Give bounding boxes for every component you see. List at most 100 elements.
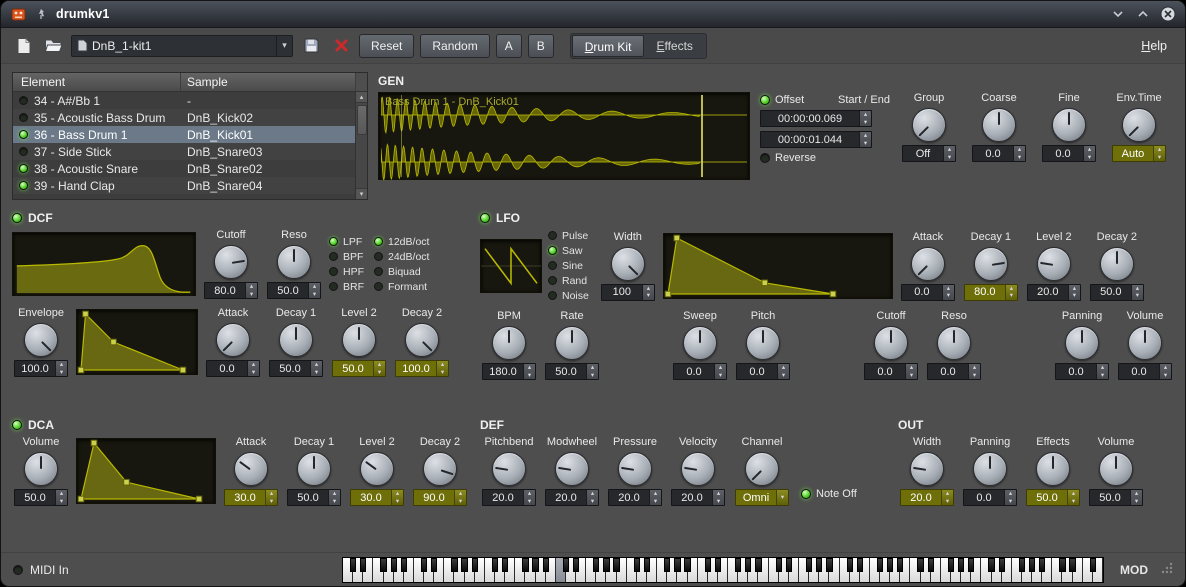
gen-waveform-display[interactable]: Bass Drum 1 - DnB_Kick01 <box>378 92 750 180</box>
spin-reso[interactable]: 0.0▴▾ <box>927 363 981 380</box>
piano-key-black[interactable] <box>613 558 619 572</box>
piano-key-black[interactable] <box>887 558 893 572</box>
spin-velocity[interactable]: 20.0▴▾ <box>671 489 725 506</box>
spin-decay-1[interactable]: 80.0▴▾ <box>964 284 1018 301</box>
dca-led[interactable] <box>12 420 22 430</box>
spin-arrows-icon[interactable]: ▴▾ <box>55 490 67 505</box>
spin-arrows-icon[interactable]: ▴▾ <box>1005 285 1017 300</box>
spin-attack[interactable]: 0.0▴▾ <box>206 360 260 377</box>
piano-key-black[interactable] <box>776 558 782 572</box>
piano-key-black[interactable] <box>988 558 994 572</box>
piano-key-black[interactable] <box>958 558 964 572</box>
spin-coarse[interactable]: 0.0▴▾ <box>972 145 1026 162</box>
delete-preset-button[interactable] <box>329 34 353 58</box>
dcf-led[interactable] <box>12 213 22 223</box>
knob-attack-dial[interactable] <box>911 247 945 281</box>
piano-key-black[interactable] <box>948 558 954 572</box>
spin-pitchbend[interactable]: 20.0▴▾ <box>482 489 536 506</box>
tab-effects[interactable]: Effects <box>644 35 704 57</box>
spin-decay-2[interactable]: 90.0▴▾ <box>413 489 467 506</box>
spin-arrows-icon[interactable]: ▴▾ <box>308 283 320 298</box>
offset-end-marker[interactable] <box>701 95 703 177</box>
radio-noise[interactable]: Noise <box>548 289 589 302</box>
spin-sweep[interactable]: 0.0▴▾ <box>673 363 727 380</box>
spin-arrows-icon[interactable]: ▴▾ <box>454 490 466 505</box>
open-preset-button[interactable] <box>41 34 65 58</box>
knob-fine-dial[interactable] <box>1052 108 1086 142</box>
spin-volume[interactable]: 50.0▴▾ <box>14 489 68 506</box>
spin-arrows-icon[interactable]: ▴▾ <box>1159 364 1171 379</box>
piano-key-black[interactable] <box>502 558 508 572</box>
knob-sweep-dial[interactable] <box>683 326 717 360</box>
radio-lpf[interactable]: LPF <box>329 235 364 248</box>
knob-attack-dial[interactable] <box>234 452 268 486</box>
spin-level-2[interactable]: 20.0▴▾ <box>1027 284 1081 301</box>
compare-a-button[interactable]: A <box>496 34 522 58</box>
spin-cutoff[interactable]: 0.0▴▾ <box>864 363 918 380</box>
piano-key-black[interactable] <box>897 558 903 572</box>
piano-key-black[interactable] <box>857 558 863 572</box>
piano-key-black[interactable] <box>684 558 690 572</box>
spin-envelope[interactable]: 100.0▴▾ <box>14 360 68 377</box>
spin-arrows-icon[interactable]: ▴▾ <box>1083 146 1095 161</box>
element-scrollbar[interactable] <box>355 92 367 199</box>
piano-key-black[interactable] <box>401 558 407 572</box>
knob-env-time-dial[interactable] <box>1122 108 1156 142</box>
knob-rate-dial[interactable] <box>555 326 589 360</box>
noteoff-toggle[interactable]: Note Off <box>801 488 857 500</box>
piano-key-black[interactable] <box>917 558 923 572</box>
spin-arrows-icon[interactable]: ▴▾ <box>1096 364 1108 379</box>
spin-effects[interactable]: 50.0▴▾ <box>1026 489 1080 506</box>
knob-envelope-dial[interactable] <box>24 323 58 357</box>
piano-key-black[interactable] <box>705 558 711 572</box>
random-button[interactable]: Random <box>420 34 489 58</box>
piano-key-black[interactable] <box>492 558 498 572</box>
dcf-envelope-display[interactable] <box>76 309 198 375</box>
spin-arrows[interactable]: ▴▾ <box>859 111 871 126</box>
piano-key-black[interactable] <box>806 558 812 572</box>
piano-key-black[interactable] <box>532 558 538 572</box>
knob-pressure-dial[interactable] <box>618 452 652 486</box>
radio-formant[interactable]: Formant <box>374 280 429 293</box>
spin-arrows-icon[interactable]: ▴▾ <box>712 490 724 505</box>
spin-decay-1[interactable]: 50.0▴▾ <box>269 360 323 377</box>
spin-reso[interactable]: 50.0▴▾ <box>267 282 321 299</box>
piano-key-black[interactable] <box>674 558 680 572</box>
piano-key-black[interactable] <box>522 558 528 572</box>
element-table-header[interactable]: Element Sample <box>13 73 367 92</box>
knob-decay-1-dial[interactable] <box>974 247 1008 281</box>
close-button[interactable] <box>1160 6 1176 22</box>
spin-level-2[interactable]: 50.0▴▾ <box>332 360 386 377</box>
spin-arrows-icon[interactable]: ▴▾ <box>247 361 259 376</box>
knob-panning-dial[interactable] <box>1065 326 1099 360</box>
spin-arrows-icon[interactable]: ▴▾ <box>586 490 598 505</box>
piano-key-black[interactable] <box>603 558 609 572</box>
spin-arrows-icon[interactable]: ▴▾ <box>1067 490 1079 505</box>
radio-24db-oct[interactable]: 24dB/oct <box>374 250 429 263</box>
preset-dropdown-arrow[interactable] <box>276 36 292 56</box>
spin-panning[interactable]: 0.0▴▾ <box>963 489 1017 506</box>
table-row[interactable]: 38 - Acoustic SnareDnB_Snare02 <box>13 160 355 177</box>
knob-coarse-dial[interactable] <box>982 108 1016 142</box>
spin-arrows-icon[interactable]: ▴▾ <box>245 283 257 298</box>
spin-env-time[interactable]: Auto▴▾ <box>1112 145 1166 162</box>
tab-drum-kit[interactable]: Drum Kit <box>572 35 645 57</box>
spin-arrows-icon[interactable]: ▴▾ <box>328 490 340 505</box>
piano-key-black[interactable] <box>755 558 761 572</box>
radio-sine[interactable]: Sine <box>548 259 589 272</box>
minimize-button[interactable] <box>1110 6 1126 22</box>
spin-arrows-icon[interactable]: ▴▾ <box>523 364 535 379</box>
piano-key-black[interactable] <box>380 558 386 572</box>
piano-key-black[interactable] <box>877 558 883 572</box>
knob-decay-1-dial[interactable] <box>297 452 331 486</box>
knob-pitchbend-dial[interactable] <box>492 452 526 486</box>
lfo-shape-display[interactable] <box>480 239 542 293</box>
knob-cutoff-dial[interactable] <box>874 326 908 360</box>
spin-width[interactable]: 20.0▴▾ <box>900 489 954 506</box>
spin-arrows-icon[interactable]: ▴▾ <box>1013 146 1025 161</box>
spin-arrows-icon[interactable]: ▴▾ <box>1004 490 1016 505</box>
piano-key-black[interactable] <box>421 558 427 572</box>
knob-level-2-dial[interactable] <box>360 452 394 486</box>
dcf-filter-display[interactable] <box>12 232 196 296</box>
compare-b-button[interactable]: B <box>528 34 554 58</box>
